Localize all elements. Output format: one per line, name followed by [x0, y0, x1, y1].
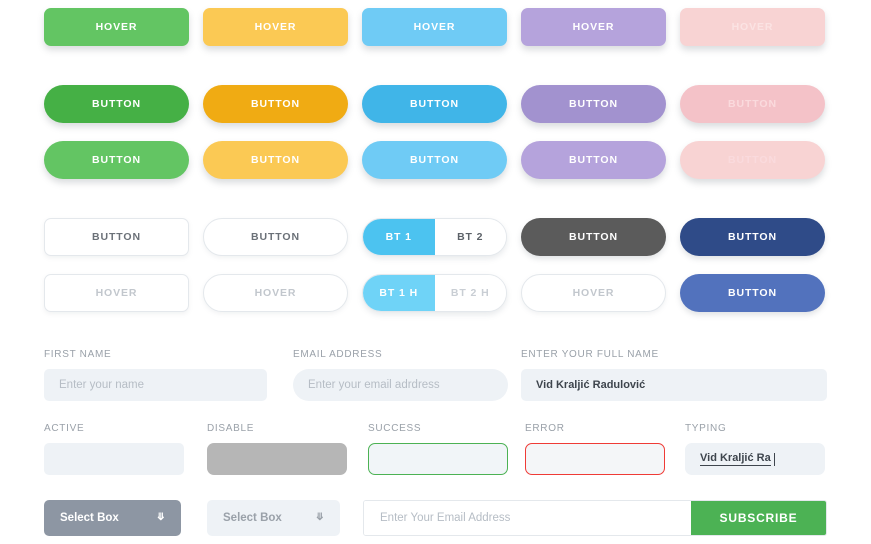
pill-button-green[interactable]: BUTTON — [44, 85, 189, 123]
pill-hover-button-blue[interactable]: BUTTON — [362, 141, 507, 179]
navy-pill-button[interactable]: BUTTON — [680, 218, 825, 256]
disable-input — [207, 443, 347, 475]
typing-input[interactable]: Vid Kraljić Ra — [685, 443, 825, 475]
hover-button-amber[interactable]: HOVER — [203, 8, 348, 46]
outline-button-row: BUTTON BUTTON BT 1 BT 2 BUTTON BUTTON — [44, 218, 827, 256]
chevron-down-icon: ⤋ — [315, 512, 324, 523]
pill-hover-button-amber[interactable]: BUTTON — [203, 141, 348, 179]
subscribe-button[interactable]: SUBSCRIBE — [691, 501, 826, 535]
active-input[interactable] — [44, 443, 184, 475]
ui-kit-canvas: HOVER HOVER HOVER HOVER HOVER BUTTON BUT… — [0, 0, 871, 544]
full-name-input[interactable]: Vid Kraljić Radulović — [521, 369, 827, 401]
pill-button-purple[interactable]: BUTTON — [521, 85, 666, 123]
field-label-email-address: EMAIL ADDRESS — [293, 349, 383, 360]
toggle-group-hover[interactable]: BT 1 H BT 2 H — [362, 274, 507, 312]
navy-pill-button-hover[interactable]: BUTTON — [680, 274, 825, 312]
outline-button-row-hover: HOVER HOVER BT 1 H BT 2 H HOVER BUTTON — [44, 274, 827, 312]
field-label-error: ERROR — [525, 423, 565, 434]
field-label-full-name: ENTER YOUR FULL NAME — [521, 349, 659, 360]
subscribe-email-input[interactable]: Enter Your Email Address — [364, 501, 691, 535]
subscribe-form: Enter Your Email Address SUBSCRIBE — [363, 500, 827, 536]
toggle-segment-bt1-hover[interactable]: BT 1 H — [363, 275, 435, 311]
pill-button-amber[interactable]: BUTTON — [203, 85, 348, 123]
first-name-input[interactable]: Enter your name — [44, 369, 267, 401]
typing-input-value: Vid Kraljić Ra — [700, 452, 771, 466]
field-email-address: EMAIL ADDRESS Enter your email adrdress — [293, 349, 508, 401]
hover-button-green[interactable]: HOVER — [44, 8, 189, 46]
pill-hover-button-pink[interactable]: BUTTON — [680, 141, 825, 179]
pill-button-row-hover: BUTTON BUTTON BUTTON BUTTON BUTTON — [44, 141, 827, 179]
pill-hover-button-purple[interactable]: BUTTON — [521, 141, 666, 179]
outline-button-pill[interactable]: BUTTON — [203, 218, 348, 256]
field-label-disable: DISABLE — [207, 423, 255, 434]
text-caret — [773, 452, 775, 466]
outline-hover-button-square[interactable]: HOVER — [44, 274, 189, 312]
error-input[interactable] — [525, 443, 665, 475]
toggle-segment-bt2[interactable]: BT 2 — [434, 219, 506, 255]
field-disable: DISABLE — [207, 423, 347, 475]
select-box-light-label: Select Box — [223, 512, 282, 524]
pill-hover-button-green[interactable]: BUTTON — [44, 141, 189, 179]
success-input[interactable] — [368, 443, 508, 475]
field-full-name: ENTER YOUR FULL NAME Vid Kraljić Radulov… — [521, 349, 827, 401]
field-first-name: FIRST NAME Enter your name — [44, 349, 267, 401]
hover-button-purple[interactable]: HOVER — [521, 8, 666, 46]
field-label-success: SUCCESS — [368, 423, 422, 434]
field-success: SUCCESS — [368, 423, 508, 475]
field-label-typing: TYPING — [685, 423, 727, 434]
pill-button-blue[interactable]: BUTTON — [362, 85, 507, 123]
field-active: ACTIVE — [44, 423, 184, 475]
hover-button-pink[interactable]: HOVER — [680, 8, 825, 46]
hover-button-blue[interactable]: HOVER — [362, 8, 507, 46]
toggle-segment-bt1[interactable]: BT 1 — [363, 219, 435, 255]
chevron-down-icon: ⤋ — [156, 512, 165, 523]
select-box-dark[interactable]: Select Box ⤋ — [44, 500, 181, 536]
outline-button-square[interactable]: BUTTON — [44, 218, 189, 256]
select-box-dark-label: Select Box — [60, 512, 119, 524]
pill-button-row-primary: BUTTON BUTTON BUTTON BUTTON BUTTON — [44, 85, 827, 123]
field-label-active: ACTIVE — [44, 423, 85, 434]
dark-pill-button-hover[interactable]: HOVER — [521, 274, 666, 312]
dark-pill-button[interactable]: BUTTON — [521, 218, 666, 256]
select-box-light[interactable]: Select Box ⤋ — [207, 500, 340, 536]
field-error: ERROR — [525, 423, 665, 475]
field-label-first-name: FIRST NAME — [44, 349, 112, 360]
outline-hover-button-pill[interactable]: HOVER — [203, 274, 348, 312]
toggle-group[interactable]: BT 1 BT 2 — [362, 218, 507, 256]
hover-button-row: HOVER HOVER HOVER HOVER HOVER — [44, 8, 827, 46]
pill-button-pink[interactable]: BUTTON — [680, 85, 825, 123]
field-typing: TYPING Vid Kraljić Ra — [685, 423, 825, 475]
toggle-segment-bt2-hover[interactable]: BT 2 H — [434, 275, 506, 311]
email-address-input[interactable]: Enter your email adrdress — [293, 369, 508, 401]
